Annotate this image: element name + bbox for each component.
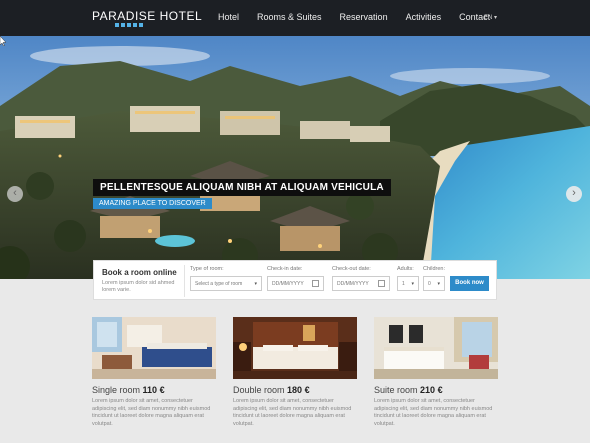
chevron-down-icon: ▾ [411, 281, 414, 287]
nav-item-hotel[interactable]: Hotel [218, 12, 239, 22]
chevron-down-icon: ▾ [254, 281, 257, 287]
nav-item-rooms-suites[interactable]: Rooms & Suites [257, 12, 322, 22]
room-name: Suite room [374, 385, 418, 395]
hero-resort-image [0, 36, 590, 279]
language-selector[interactable]: EN ▾ [484, 14, 497, 21]
room-type-select[interactable]: Select a type of room ▾ [190, 276, 262, 291]
adults-label: Adults: [397, 266, 414, 272]
checkout-date-input[interactable]: DD/MM/YYYY [332, 276, 390, 291]
room-title: Suite room 210 € [374, 385, 498, 395]
checkin-label: Check-in date: [267, 266, 303, 272]
children-value: 0 [428, 281, 431, 287]
nav-item-reservation[interactable]: Reservation [340, 12, 388, 22]
nav-item-activities[interactable]: Activities [406, 12, 442, 22]
room-type-value: Select a type of room [195, 281, 243, 287]
checkout-label: Check-out date: [332, 266, 371, 272]
room-title: Single room 110 € [92, 385, 216, 395]
room-description: Lorem ipsum dolor sit amet, consectetuer… [233, 398, 352, 427]
suite-room-image[interactable] [374, 317, 498, 379]
mouse-cursor-icon [0, 36, 6, 46]
chevron-down-icon: ▾ [437, 281, 440, 287]
children-label: Children: [423, 266, 446, 272]
calendar-icon[interactable] [378, 280, 385, 287]
room-price: 210 € [420, 385, 443, 395]
hero-title: PELLENTESQUE ALIQUAM NIBH AT ALIQUAM VEH… [93, 179, 391, 196]
hero-slider: ‹ › PELLENTESQUE ALIQUAM NIBH AT ALIQUAM… [0, 36, 590, 279]
room-description: Lorem ipsum dolor sit amet, consectetuer… [92, 398, 211, 427]
single-room-image[interactable] [92, 317, 216, 379]
top-navbar: PARADISE HOTEL Hotel Rooms & Suites Rese… [0, 0, 590, 36]
double-room-image[interactable] [233, 317, 357, 379]
room-card-double[interactable]: Double room 180 € Lorem ipsum dolor sit … [233, 317, 357, 428]
calendar-icon[interactable] [312, 280, 319, 287]
booking-description: Lorem ipsum dolor sid ahmed lorem varie. [102, 280, 175, 293]
children-select[interactable]: 0 ▾ [423, 276, 445, 291]
room-card-single[interactable]: Single room 110 € Lorem ipsum dolor sit … [92, 317, 216, 428]
booking-form: Book a room online Lorem ipsum dolor sid… [93, 260, 497, 300]
slider-next-button[interactable]: › [566, 186, 582, 202]
adults-value: 1 [402, 281, 405, 287]
room-description: Lorem ipsum dolor sit amet, consectetuer… [374, 398, 493, 427]
room-name: Single room [92, 385, 141, 395]
room-type-label: Type of room: [190, 266, 224, 272]
hotel-logo[interactable]: PARADISE HOTEL [92, 9, 202, 23]
room-price: 180 € [287, 385, 310, 395]
adults-select[interactable]: 1 ▾ [397, 276, 419, 291]
room-price: 110 € [142, 385, 165, 395]
book-now-button[interactable]: Book now [450, 276, 489, 291]
checkout-value: DD/MM/YYYY [337, 281, 369, 287]
slider-prev-button[interactable]: ‹ [7, 186, 23, 202]
rating-stars [115, 23, 143, 27]
booking-title: Book a room online [102, 268, 177, 277]
room-card-suite[interactable]: Suite room 210 € Lorem ipsum dolor sit a… [374, 317, 498, 428]
main-menu: Hotel Rooms & Suites Reservation Activit… [218, 12, 490, 22]
checkin-value: DD/MM/YYYY [272, 281, 304, 287]
checkin-date-input[interactable]: DD/MM/YYYY [267, 276, 324, 291]
booking-divider [184, 265, 185, 297]
room-name: Double room [233, 385, 285, 395]
hero-subtitle: AMAZING PLACE TO DISCOVER [93, 198, 212, 209]
room-title: Double room 180 € [233, 385, 357, 395]
